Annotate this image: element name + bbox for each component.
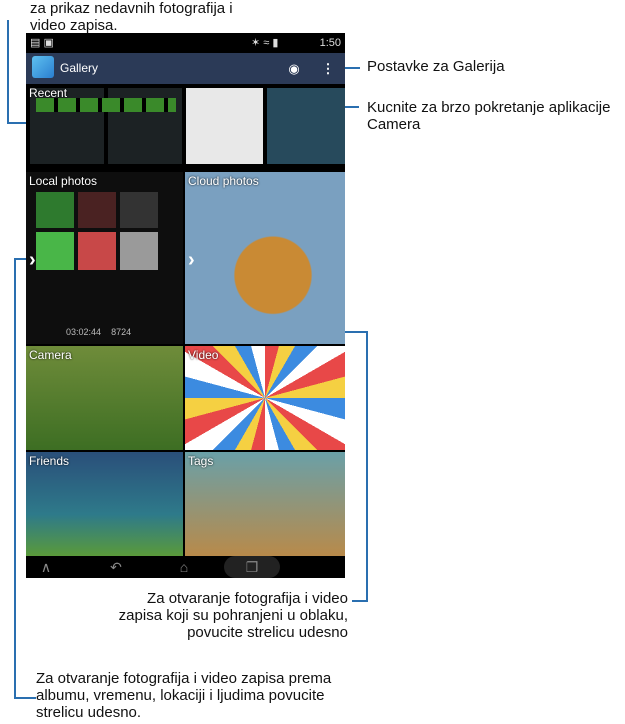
tile-label-friends: Friends [29,454,70,468]
count-value: 8724 [111,327,132,337]
overflow-menu-icon[interactable]: ⋮ [315,53,341,84]
tile-recent[interactable]: Recent [26,84,345,170]
action-bar: Gallery ◉ ⋮ [26,53,345,84]
status-bar: ▤ ▣ ✶ ≈ ▮ 1:50 [26,33,345,53]
home-icon[interactable]: ⌂ [164,556,204,578]
chevron-right-icon[interactable]: › [188,249,195,272]
up-icon[interactable]: ∧ [26,556,66,578]
annotation-local: Za otvaranje fotografija i video zapisa … [36,670,332,721]
annotation-cloud: Za otvaranje fotografija i video zapisa … [118,590,348,641]
tile-label-tags: Tags [188,454,214,468]
annotation-camera: Kucnite za brzo pokretanje aplikacije Ca… [367,99,611,133]
tile-local-photos[interactable]: Local photos › 03:02:44 8724 [26,172,183,344]
annotation-recent: za prikaz nedavnih fotografija i video z… [30,0,233,34]
tile-label-recent: Recent [29,86,68,100]
tile-label-video: Video [188,348,219,362]
tile-label-cloud-photos: Cloud photos [188,174,259,188]
status-time: 1:50 [319,37,341,49]
image-icon[interactable] [32,56,54,78]
recent-apps-icon[interactable]: ❐ [224,556,280,578]
tablet-screen: ▤ ▣ ✶ ≈ ▮ 1:50 Gallery ◉ ⋮ Recent Local … [26,33,345,578]
navigation-bar: ∧ ↶ ⌂ ❐ [26,556,345,578]
tile-video[interactable]: Video [185,346,345,450]
tile-label-camera: Camera [29,348,72,362]
chevron-right-icon[interactable]: › [29,249,36,272]
tile-cloud-photos[interactable]: Cloud photos › [185,172,345,344]
tile-label-local-photos: Local photos [29,174,98,188]
screenshot-icon: ▤ ▣ [30,37,54,49]
app-title: Gallery [60,61,99,75]
back-icon[interactable]: ↶ [96,556,136,578]
annotation-settings: Postavke za Galerija [367,58,505,75]
duration-value: 03:02:44 [66,327,102,337]
tile-tags[interactable]: Tags [185,452,345,556]
tile-friends[interactable]: Friends [26,452,183,556]
tile-camera[interactable]: Camera [26,346,183,450]
camera-icon[interactable]: ◉ [281,53,307,84]
signal-icons: ✶ ≈ ▮ [251,37,279,49]
